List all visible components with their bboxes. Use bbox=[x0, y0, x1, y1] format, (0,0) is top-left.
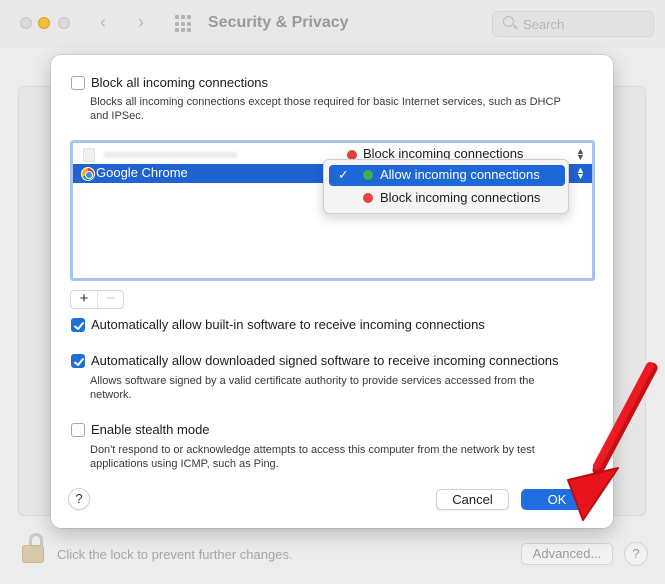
checkmark-icon: ✓ bbox=[338, 167, 349, 182]
back-icon[interactable]: ‹ bbox=[100, 12, 106, 33]
auto-signed-label: Automatically allow downloaded signed so… bbox=[91, 353, 559, 368]
block-all-checkbox[interactable] bbox=[71, 76, 85, 90]
menu-item-allow[interactable]: ✓ Allow incoming connections bbox=[329, 165, 565, 186]
search-input[interactable]: Search bbox=[492, 11, 654, 37]
stealth-mode-label: Enable stealth mode bbox=[91, 422, 210, 437]
auto-signed-description: Allows software signed by a valid certif… bbox=[90, 375, 535, 401]
app-name: Google Chrome bbox=[96, 165, 188, 180]
app-name-redacted bbox=[103, 152, 238, 158]
chrome-icon bbox=[81, 167, 95, 181]
connection-popup-menu: ✓ Allow incoming connections Block incom… bbox=[323, 159, 569, 214]
advanced-button[interactable]: Advanced... bbox=[521, 543, 613, 565]
firewall-options-sheet: Block all incoming connections Blocks al… bbox=[51, 55, 613, 528]
menu-item-label: Allow incoming connections bbox=[380, 167, 540, 182]
forward-icon[interactable]: › bbox=[138, 12, 144, 33]
cancel-button[interactable]: Cancel bbox=[436, 489, 509, 510]
close-window-button[interactable] bbox=[20, 17, 32, 29]
show-all-grid-icon[interactable] bbox=[175, 15, 193, 33]
search-icon bbox=[503, 16, 514, 27]
minimize-window-button[interactable] bbox=[38, 17, 50, 29]
app-icon bbox=[83, 148, 95, 162]
auto-builtin-label: Automatically allow built-in software to… bbox=[91, 317, 485, 332]
green-status-dot-icon bbox=[363, 170, 373, 180]
footer-help-button[interactable]: ? bbox=[624, 542, 648, 566]
add-app-button[interactable]: + bbox=[71, 291, 98, 308]
block-all-description: Blocks all incoming connections except t… bbox=[90, 96, 561, 122]
lock-icon[interactable] bbox=[22, 533, 46, 565]
ok-button[interactable]: OK bbox=[521, 489, 593, 510]
lock-status-text: Click the lock to prevent further change… bbox=[57, 547, 293, 562]
block-all-label: Block all incoming connections bbox=[91, 75, 269, 90]
zoom-window-button[interactable] bbox=[58, 17, 70, 29]
add-remove-control: + − bbox=[70, 290, 124, 309]
window-title: Security & Privacy bbox=[208, 14, 349, 31]
stepper-arrows-icon[interactable]: ▲ ▼ bbox=[576, 147, 585, 162]
help-button[interactable]: ? bbox=[68, 488, 90, 510]
red-status-dot-icon bbox=[363, 193, 373, 203]
menu-item-block[interactable]: Block incoming connections bbox=[329, 188, 565, 209]
stealth-mode-description: Don't respond to or acknowledge attempts… bbox=[90, 444, 535, 470]
auto-signed-checkbox[interactable] bbox=[71, 354, 85, 368]
stealth-mode-checkbox[interactable] bbox=[71, 423, 85, 437]
auto-builtin-checkbox[interactable] bbox=[71, 318, 85, 332]
menu-item-label: Block incoming connections bbox=[380, 190, 541, 205]
title-bar: ‹ › Security & Privacy Search bbox=[0, 0, 665, 48]
remove-app-button[interactable]: − bbox=[98, 291, 124, 308]
stepper-arrows-icon[interactable]: ▲ ▼ bbox=[576, 166, 585, 181]
